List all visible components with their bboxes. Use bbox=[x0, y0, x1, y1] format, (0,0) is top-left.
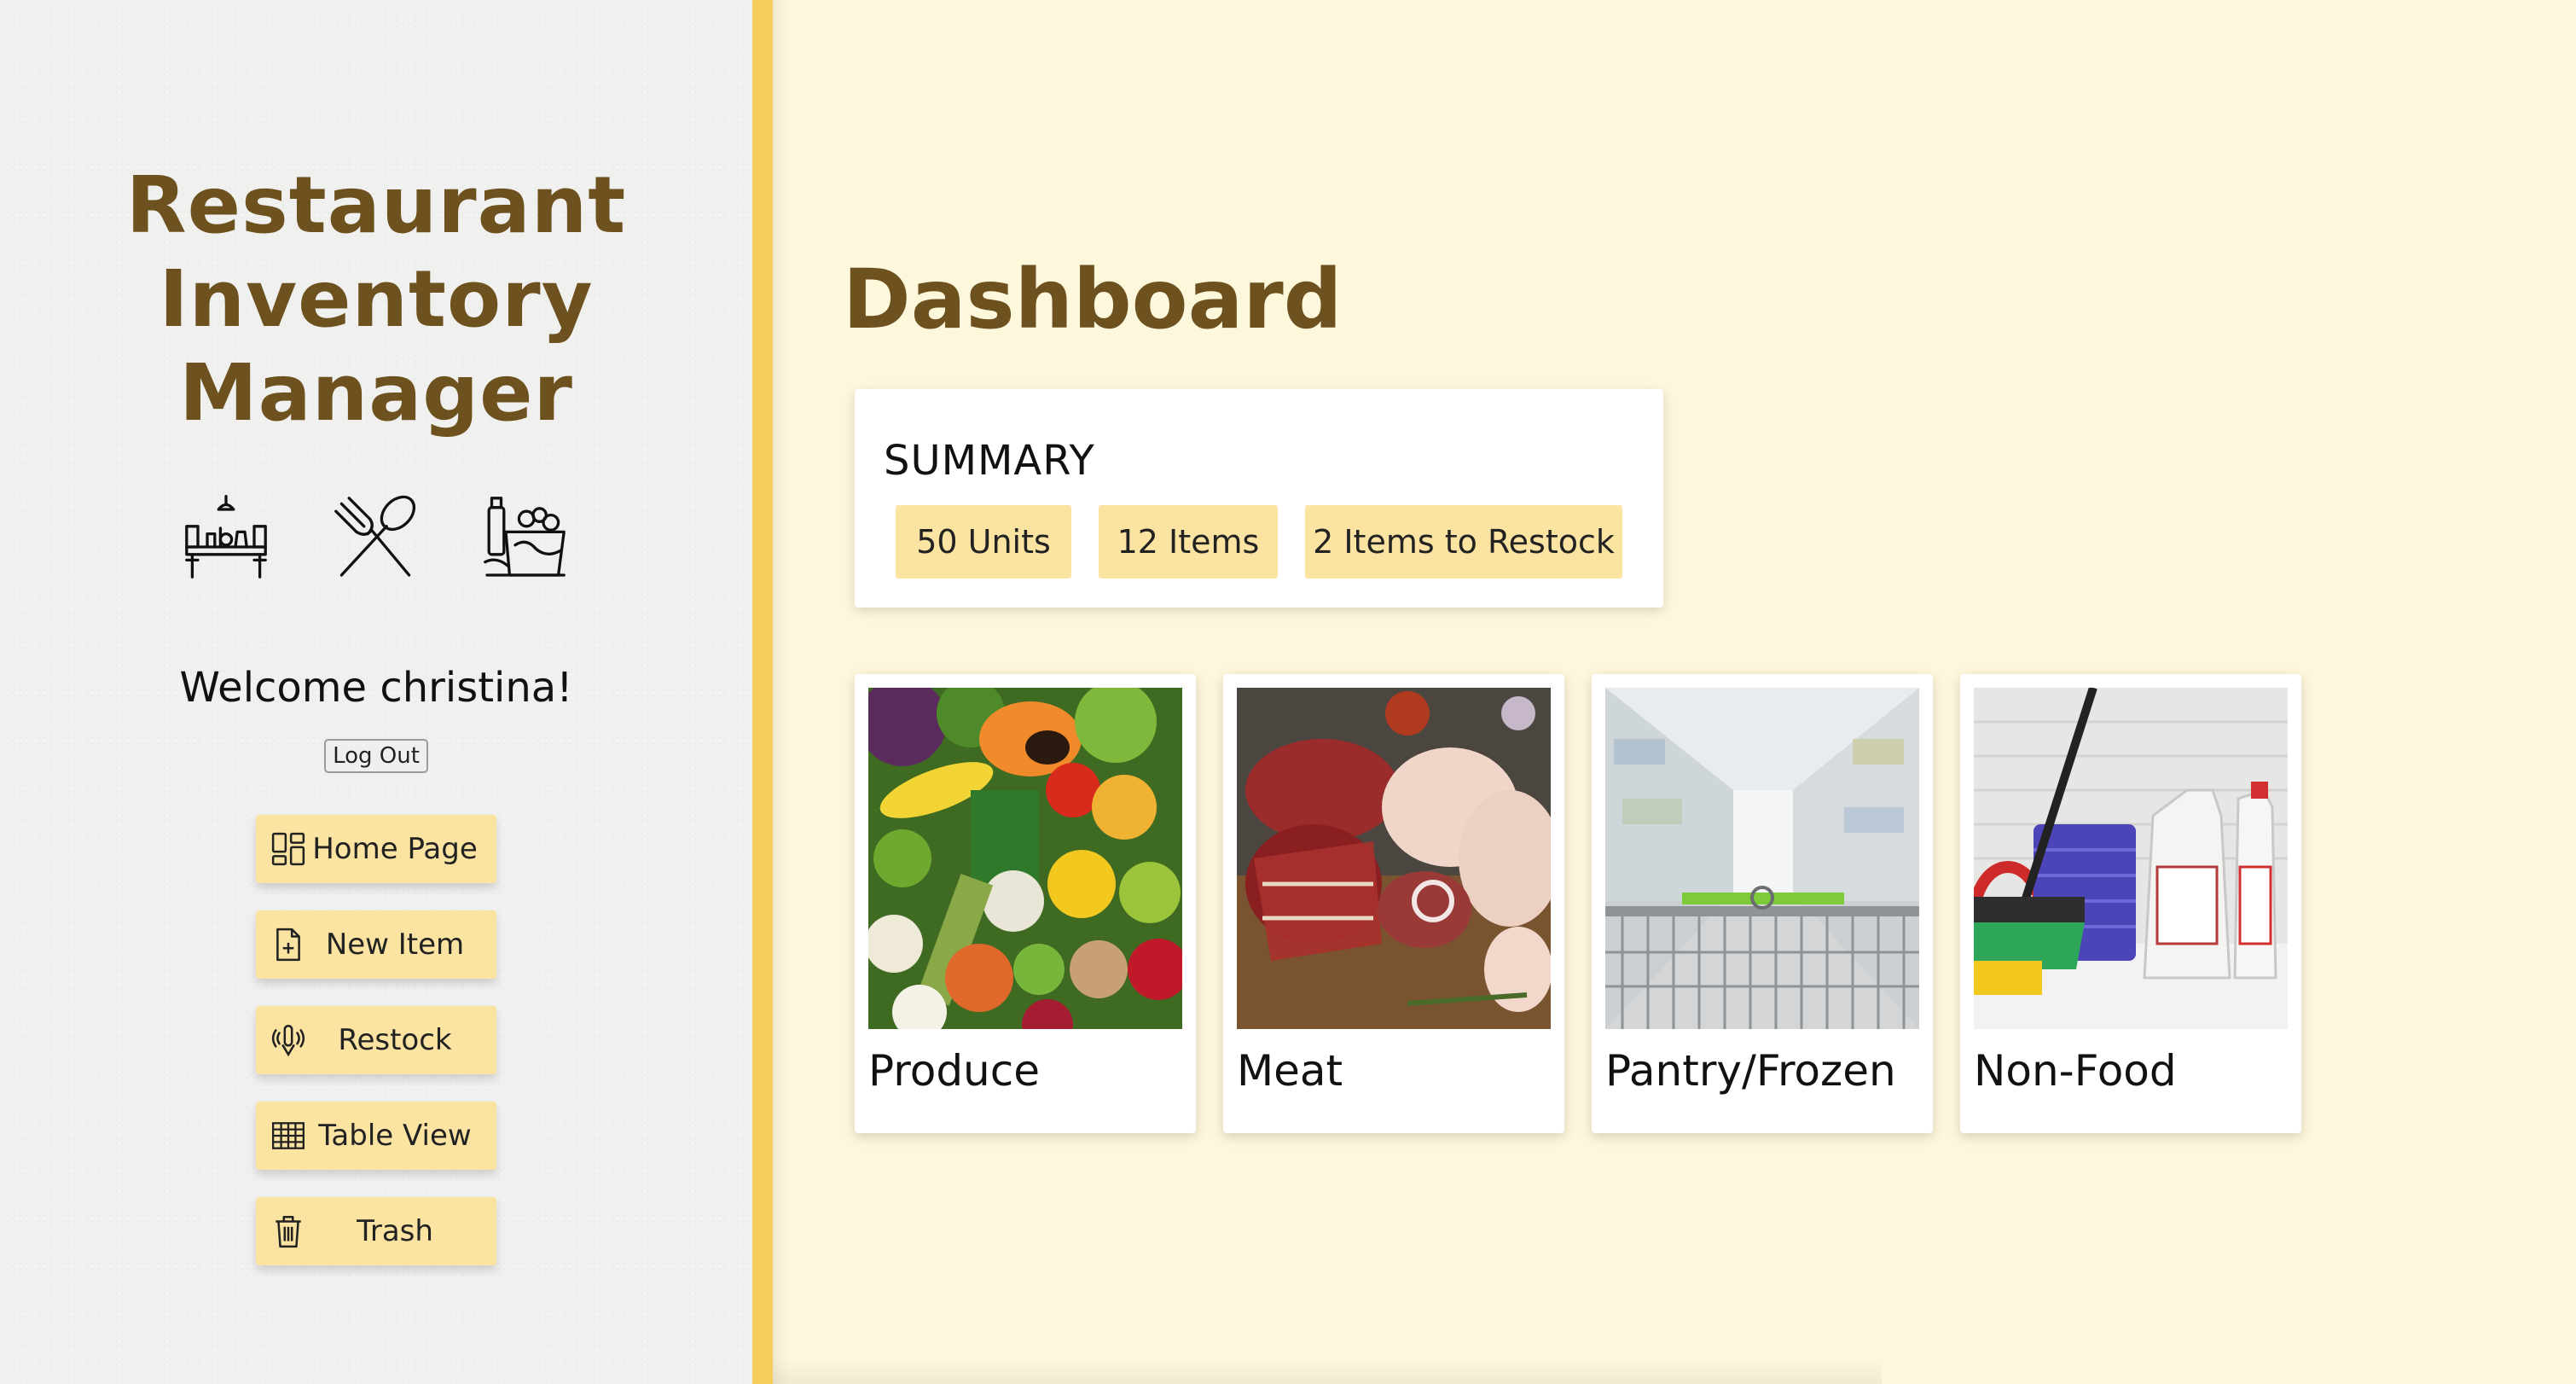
nav-new-item[interactable]: New Item bbox=[256, 910, 496, 979]
summary-units-badge: 50 Units bbox=[896, 505, 1071, 579]
trash-icon bbox=[270, 1212, 307, 1250]
category-card-meat[interactable]: Meat bbox=[1223, 674, 1564, 1133]
nav-home-page-label: Home Page bbox=[312, 832, 478, 866]
nav-table-view[interactable]: Table View bbox=[256, 1102, 496, 1170]
category-label-non-food: Non-Food bbox=[1974, 1046, 2177, 1096]
dashboard-icon bbox=[270, 830, 307, 868]
summary-card: SUMMARY 50 Units 12 Items 2 Items to Res… bbox=[855, 389, 1663, 608]
nav-trash-label: Trash bbox=[357, 1214, 433, 1248]
nav-new-item-label: New Item bbox=[325, 928, 465, 962]
logout-button[interactable]: Log Out bbox=[324, 739, 428, 773]
nav-table-view-label: Table View bbox=[318, 1119, 472, 1153]
page-title: Dashboard bbox=[843, 252, 1343, 347]
pantry-frozen-image bbox=[1605, 688, 1919, 1029]
summary-restock-badge: 2 Items to Restock bbox=[1305, 505, 1622, 579]
add-file-icon bbox=[270, 926, 307, 963]
app-root: Restaurant Inventory Manager Welcome chr… bbox=[0, 0, 2576, 1384]
sidebar-divider bbox=[752, 0, 788, 1384]
restaurant-table-icon bbox=[185, 494, 267, 579]
meat-image bbox=[1237, 688, 1551, 1029]
category-label-meat: Meat bbox=[1237, 1046, 1343, 1096]
bottom-shadow bbox=[773, 1358, 1882, 1384]
app-title-line-2: Inventory bbox=[159, 253, 594, 345]
restock-icon bbox=[270, 1021, 307, 1059]
nav-trash[interactable]: Trash bbox=[256, 1197, 496, 1265]
sidebar: Restaurant Inventory Manager Welcome chr… bbox=[0, 0, 752, 1384]
category-card-non-food[interactable]: Non-Food bbox=[1960, 674, 2301, 1133]
nav-home-page[interactable]: Home Page bbox=[256, 815, 496, 883]
category-card-pantry-frozen[interactable]: Pantry/Frozen bbox=[1592, 674, 1933, 1133]
nav-restock-label: Restock bbox=[338, 1023, 452, 1057]
app-title-line-1: Restaurant bbox=[125, 160, 627, 251]
nav-restock[interactable]: Restock bbox=[256, 1006, 496, 1074]
non-food-image bbox=[1974, 688, 2288, 1029]
fork-spoon-icon bbox=[334, 495, 416, 577]
summary-items-badge: 12 Items bbox=[1099, 505, 1278, 579]
hero-icons bbox=[179, 491, 571, 584]
groceries-icon bbox=[484, 497, 566, 577]
produce-image bbox=[868, 688, 1182, 1029]
app-title-line-3: Manager bbox=[179, 347, 573, 439]
summary-title: SUMMARY bbox=[884, 437, 1095, 485]
category-label-pantry-frozen: Pantry/Frozen bbox=[1605, 1046, 1896, 1096]
table-icon bbox=[270, 1117, 307, 1154]
welcome-message: Welcome christina! bbox=[179, 664, 573, 712]
category-card-produce[interactable]: Produce bbox=[855, 674, 1196, 1133]
app-title: Restaurant Inventory Manager bbox=[0, 159, 752, 440]
category-label-produce: Produce bbox=[868, 1046, 1041, 1096]
